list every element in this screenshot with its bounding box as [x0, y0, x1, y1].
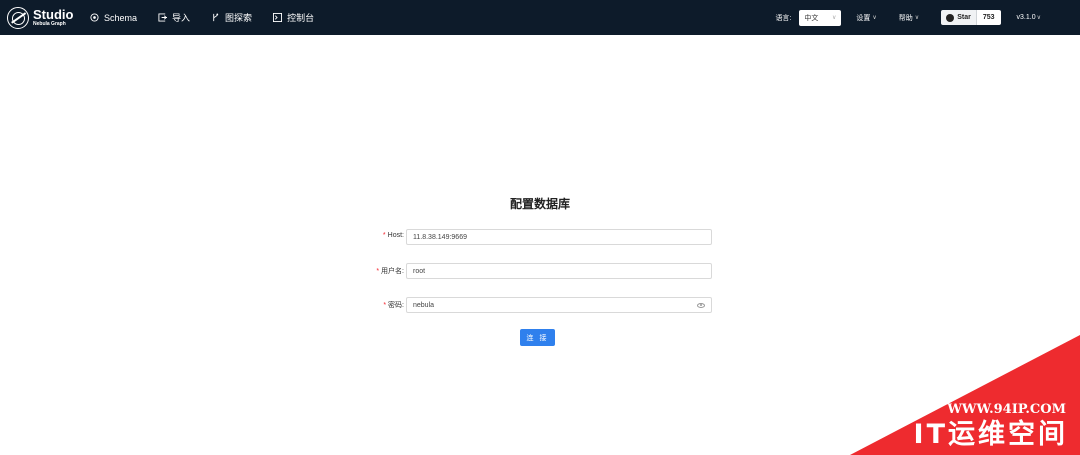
host-row: * Host: 11.8.38.149:9669 [0, 229, 1080, 245]
nav-item-import[interactable]: 导入 [158, 11, 190, 24]
github-icon [946, 13, 955, 22]
nebula-logo-icon [7, 6, 29, 29]
main-nav: Schema 导入 图探索 控制台 [90, 11, 335, 24]
required-mark: * [376, 268, 380, 275]
password-input[interactable]: nebula [406, 297, 712, 313]
watermark-name: IT运维空间 [913, 419, 1068, 450]
page-title: 配置数据库 [509, 197, 570, 211]
settings-label: 设置 [856, 14, 871, 22]
chevron-down-icon: ∨ [914, 15, 920, 21]
app-subtitle: Nebula Graph [33, 21, 66, 27]
connect-button[interactable]: 连 接 [520, 329, 555, 346]
console-icon [273, 13, 283, 22]
eye-icon[interactable] [697, 302, 705, 308]
nav-item-console[interactable]: 控制台 [273, 11, 314, 24]
password-row: * 密码: nebula [0, 297, 1080, 313]
language-label: 语言: [775, 14, 792, 22]
nav-item-explore[interactable]: 图探索 [211, 11, 252, 24]
top-nav-bar: Studio Nebula Graph Schema 导入 图探索 控制台 语言… [0, 0, 1080, 35]
version-label: v3.1.0 [1016, 14, 1036, 21]
github-star-count[interactable]: 753 [976, 10, 1001, 25]
password-label: * 密码: [383, 302, 404, 309]
header-right: 语言: 中文 ∨ 设置 ∨ 帮助 ∨ Star 753 v3.1.0 ∨ [775, 0, 1080, 35]
app-logo[interactable]: Studio Nebula Graph [7, 6, 82, 29]
language-select[interactable]: 中文 ∨ [799, 9, 842, 26]
nav-item-schema[interactable]: Schema [90, 13, 137, 23]
language-value: 中文 [804, 14, 819, 22]
github-star-widget: Star 753 [941, 10, 1001, 25]
username-label: * 用户名: [376, 268, 404, 275]
app-title: Studio [33, 7, 74, 22]
help-menu[interactable]: 帮助 ∨ [899, 13, 919, 23]
nav-item-label: Schema [104, 12, 138, 23]
github-star-label: Star [957, 14, 971, 21]
required-mark: * [383, 302, 387, 309]
nav-item-label: 导入 [172, 13, 191, 23]
chevron-down-icon: ∨ [831, 15, 837, 21]
chevron-down-icon: ∨ [1036, 15, 1041, 21]
github-star-button[interactable]: Star [941, 10, 977, 25]
username-row: * 用户名: root [0, 263, 1080, 279]
nav-item-label: 控制台 [287, 13, 315, 23]
import-icon [158, 13, 168, 22]
nav-item-label: 图探索 [225, 13, 253, 23]
required-mark: * [382, 232, 386, 239]
explore-icon [213, 13, 219, 22]
password-value: nebula [413, 301, 435, 309]
version-menu[interactable]: v3.1.0 ∨ [1017, 14, 1041, 21]
chevron-down-icon: ∨ [872, 15, 877, 21]
username-value: root [413, 267, 426, 275]
settings-menu[interactable]: 设置 ∨ [856, 13, 876, 23]
username-input[interactable]: root [406, 263, 712, 279]
host-label: * Host: [382, 232, 404, 239]
help-label: 帮助 [898, 14, 913, 22]
host-value: 11.8.38.149:9669 [413, 233, 467, 241]
host-input[interactable]: 11.8.38.149:9669 [406, 229, 712, 245]
schema-icon [90, 13, 99, 22]
